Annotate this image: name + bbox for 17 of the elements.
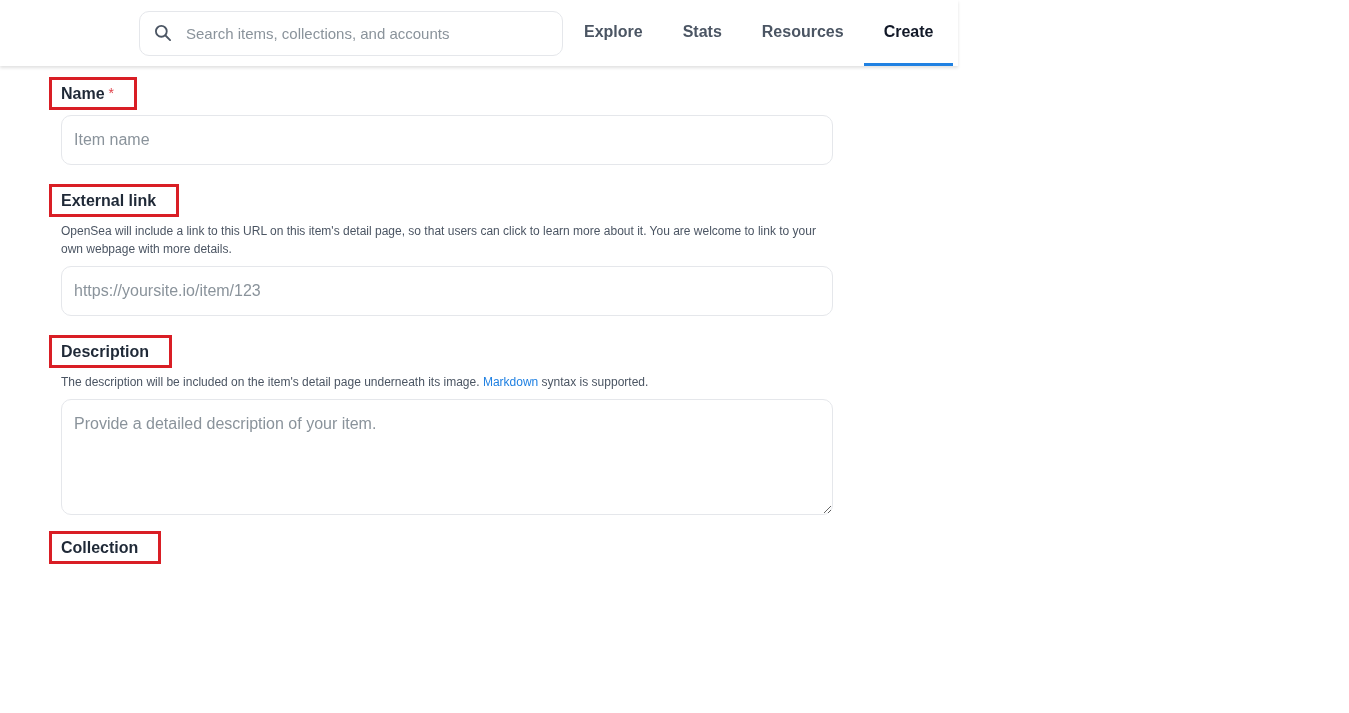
search-field[interactable]: Search items, collections, and accounts bbox=[139, 10, 563, 56]
nav-tab[interactable]: Resources bbox=[741, 0, 864, 66]
field-hint: OpenSea will include a link to this URL on this item's detail page, so that users can click to learn more about it. You are welcome to link to your own webpage with more details. bbox=[61, 223, 817, 258]
markdown-link[interactable]: Markdown bbox=[482, 375, 539, 389]
field-label: External link bbox=[61, 190, 157, 211]
field-hint: The description will be included on the item's detail page underneath its image. Markdown syntax is supported. bbox=[61, 374, 650, 391]
required-mark: * bbox=[108, 84, 115, 103]
field-label: Collection bbox=[61, 537, 139, 558]
field-label: Name bbox=[61, 83, 105, 104]
text-field[interactable]: https://yoursite.io/item/123 bbox=[61, 266, 833, 316]
nav-tab[interactable]: Explore bbox=[564, 0, 663, 66]
description-field[interactable]: Provide a detailed description of your item. bbox=[61, 399, 833, 515]
field-label: Description bbox=[61, 341, 149, 362]
text-field[interactable]: Item name bbox=[61, 115, 833, 165]
search-icon bbox=[153, 22, 173, 43]
nav-tab[interactable]: Create bbox=[863, 0, 954, 66]
nav-tab[interactable]: Stats bbox=[662, 0, 742, 66]
